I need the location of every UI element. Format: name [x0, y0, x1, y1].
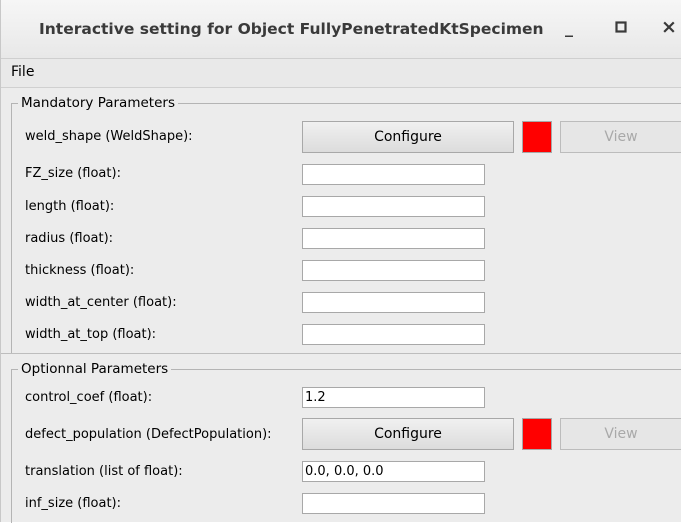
optional-parameters-legend: Optionnal Parameters: [18, 361, 172, 377]
control-coef-field[interactable]: [302, 387, 485, 408]
minimize-button[interactable]: _: [556, 14, 582, 40]
section-divider: [1, 353, 681, 354]
close-button[interactable]: ×: [656, 14, 681, 40]
weld-shape-configure-button[interactable]: Configure: [302, 121, 514, 153]
weld-shape-view-button[interactable]: View: [560, 121, 681, 153]
menubar: File: [1, 59, 681, 88]
translation-label: translation (list of float):: [25, 464, 183, 479]
thickness-label: thickness (float):: [25, 263, 135, 278]
dialog-window: Interactive setting for Object FullyPene…: [0, 0, 681, 523]
translation-field[interactable]: [302, 461, 485, 482]
width-at-center-field[interactable]: [302, 292, 485, 313]
maximize-icon: [615, 21, 627, 33]
menu-file[interactable]: File: [11, 64, 34, 80]
width-at-top-field[interactable]: [302, 324, 485, 345]
weld-shape-color-indicator: [522, 121, 552, 153]
title-bar[interactable]: Interactive setting for Object FullyPene…: [1, 0, 681, 59]
fz-size-label: FZ_size (float):: [25, 166, 121, 181]
defect-population-configure-button[interactable]: Configure: [302, 418, 514, 450]
maximize-button[interactable]: [608, 14, 634, 40]
mandatory-parameters-legend: Mandatory Parameters: [18, 95, 178, 111]
defect-population-view-button[interactable]: View: [560, 418, 681, 450]
length-field[interactable]: [302, 196, 485, 217]
inf-size-field[interactable]: [302, 493, 485, 514]
defect-population-color-indicator: [522, 418, 552, 450]
window-title: Interactive setting for Object FullyPene…: [39, 20, 544, 38]
thickness-field[interactable]: [302, 260, 485, 281]
radius-field[interactable]: [302, 228, 485, 249]
defect-population-label: defect_population (DefectPopulation):: [25, 427, 272, 442]
fz-size-field[interactable]: [302, 164, 485, 185]
control-coef-label: control_coef (float):: [25, 390, 153, 405]
width-at-top-label: width_at_top (float):: [25, 327, 157, 342]
weld-shape-label: weld_shape (WeldShape):: [25, 129, 193, 144]
width-at-center-label: width_at_center (float):: [25, 295, 177, 310]
inf-size-label: inf_size (float):: [25, 496, 121, 511]
length-label: length (float):: [25, 199, 115, 214]
radius-label: radius (float):: [25, 231, 114, 246]
